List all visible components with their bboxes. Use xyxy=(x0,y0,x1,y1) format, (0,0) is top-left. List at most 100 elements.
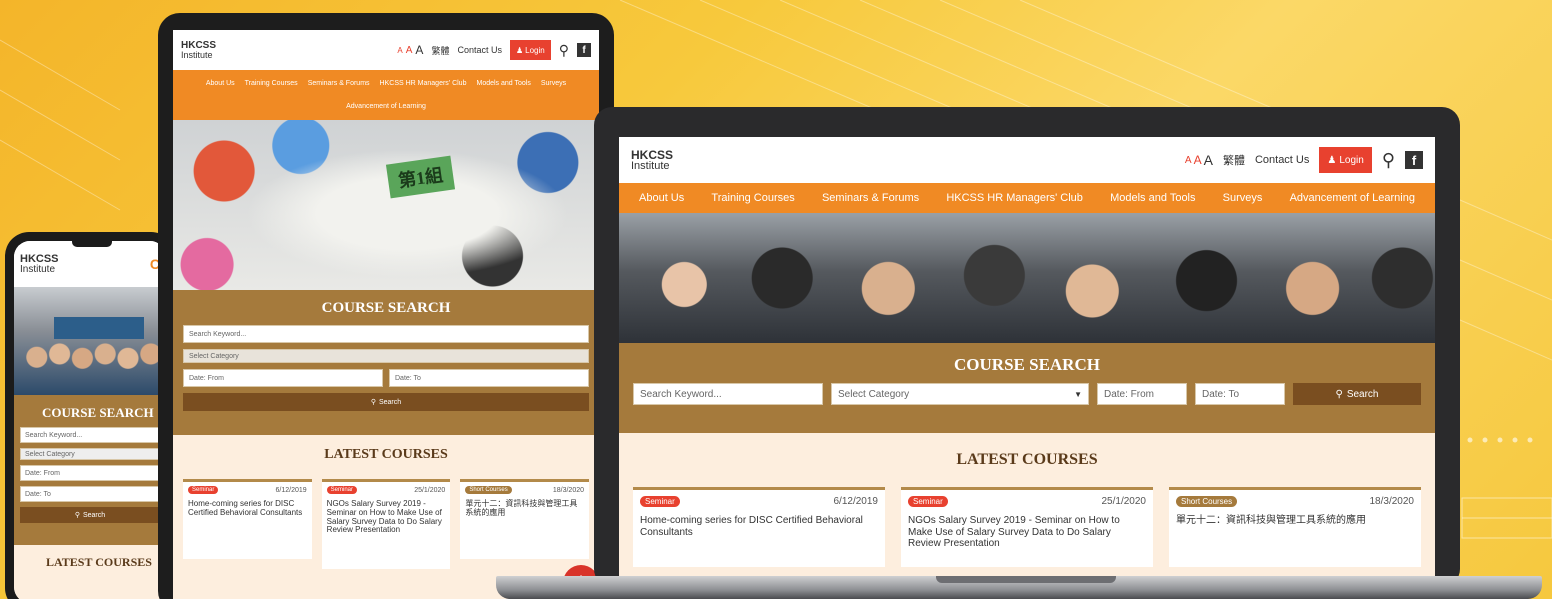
search-icon: ⚲ xyxy=(1335,388,1343,400)
tablet-latest-courses-title: LATEST COURSES xyxy=(324,447,448,462)
course-type-badge: Seminar xyxy=(640,496,680,507)
course-type-badge: Short Courses xyxy=(1176,496,1238,507)
course-type-badge: Seminar xyxy=(188,486,219,494)
phone-logo[interactable]: HKCSS Institute xyxy=(20,253,59,275)
course-date: 6/12/2019 xyxy=(275,486,307,494)
course-title: NGOs Salary Survey 2019 - Seminar on How… xyxy=(326,499,442,535)
tablet-header: HKCSS Institute A A A 繁體 Contact Us ♟ Lo… xyxy=(173,30,599,70)
font-size-small[interactable]: A xyxy=(397,46,402,55)
phone-banner-decoration xyxy=(54,317,144,339)
laptop-hinge xyxy=(936,576,1116,583)
font-size-small[interactable]: A xyxy=(1185,155,1192,166)
tablet-logo[interactable]: HKCSS Institute xyxy=(181,40,216,60)
user-icon: ♟ xyxy=(515,45,524,55)
phone-course-search: COURSE SEARCH Search Keyword... Select C… xyxy=(14,395,166,545)
phone-header: HKCSS Institute C xyxy=(14,241,166,287)
laptop-course-search: COURSE SEARCH Search Keyword... Select C… xyxy=(619,343,1435,433)
facebook-icon[interactable]: f xyxy=(577,43,591,57)
laptop-search-button[interactable]: ⚲ Search xyxy=(1293,383,1421,405)
language-toggle[interactable]: 繁體 xyxy=(431,44,449,57)
nav-advancement-learning[interactable]: Advancement of Learning xyxy=(346,103,426,110)
phone-hero-image xyxy=(14,287,166,395)
tablet-screen: HKCSS Institute A A A 繁體 Contact Us ♟ Lo… xyxy=(173,30,599,599)
font-size-large[interactable]: A xyxy=(1204,152,1213,168)
search-icon[interactable]: ⚲ xyxy=(1382,150,1395,171)
nav-about-us[interactable]: About Us xyxy=(206,80,235,87)
course-date: 18/3/2020 xyxy=(552,486,585,494)
phone-screen: HKCSS Institute C COURSE SEARCH Search K… xyxy=(14,241,166,599)
course-title: 單元十二：資訊科技與管理工具系統的應用 xyxy=(1176,515,1366,526)
course-card[interactable]: Seminar 6/12/2019 Home-coming series for… xyxy=(633,487,885,567)
tablet-category-select[interactable]: Select Category xyxy=(183,349,589,363)
font-size-large[interactable]: A xyxy=(415,43,423,57)
nav-surveys[interactable]: Surveys xyxy=(541,80,566,87)
course-date: 6/12/2019 xyxy=(833,496,879,507)
course-card[interactable]: Seminar 25/1/2020 NGOs Salary Survey 201… xyxy=(321,479,451,569)
laptop-category-select[interactable]: Select Category ▼ xyxy=(831,383,1089,405)
course-date: 25/1/2020 xyxy=(1101,496,1147,507)
nav-about-us[interactable]: About Us xyxy=(639,192,684,204)
nav-advancement-learning[interactable]: Advancement of Learning xyxy=(1290,192,1415,204)
phone-date-to-input[interactable]: Date: To xyxy=(20,486,160,502)
font-size-medium[interactable]: A xyxy=(1194,153,1202,167)
course-title: NGOs Salary Survey 2019 - Seminar on How… xyxy=(908,515,1120,549)
laptop-base xyxy=(496,576,1542,599)
nav-training-courses[interactable]: Training Courses xyxy=(711,192,794,204)
chevron-down-icon: ▼ xyxy=(1074,389,1082,399)
course-card[interactable]: Short Courses 18/3/2020 單元十二：資訊科技與管理工具系統… xyxy=(1169,487,1421,567)
course-type-badge: Short Courses xyxy=(465,486,512,494)
login-button[interactable]: ♟ Login xyxy=(509,40,551,60)
course-card[interactable]: Seminar 25/1/2020 NGOs Salary Survey 201… xyxy=(901,487,1153,567)
user-icon: ♟ xyxy=(1327,154,1337,166)
phone-notch xyxy=(72,241,112,247)
nav-seminars-forums[interactable]: Seminars & Forums xyxy=(822,192,919,204)
search-icon: ⚲ xyxy=(370,399,376,406)
phone-search-button[interactable]: ⚲ Search xyxy=(20,507,160,523)
phone-category-select[interactable]: Select Category xyxy=(20,448,160,460)
laptop-keyword-input[interactable]: Search Keyword... xyxy=(633,383,823,405)
laptop-header: HKCSS Institute A A A 繁體 Contact Us ♟ Lo… xyxy=(619,137,1435,183)
course-type-badge: Seminar xyxy=(326,486,358,494)
tablet-course-search-title: COURSE SEARCH xyxy=(321,300,451,316)
phone-date-from-input[interactable]: Date: From xyxy=(20,465,160,481)
laptop-screen: HKCSS Institute A A A 繁體 Contact Us ♟ Lo… xyxy=(619,137,1435,587)
nav-models-tools[interactable]: Models and Tools xyxy=(476,80,530,87)
tablet-hero-image: 第1組 xyxy=(173,120,599,290)
course-card[interactable]: Short Courses 18/3/2020 單元十二：資訊科技與管理工具系統… xyxy=(460,479,590,559)
group-sign: 第1組 xyxy=(385,155,456,199)
tablet-date-to-input[interactable]: Date: To xyxy=(389,369,589,387)
contact-us-link[interactable]: Contact Us xyxy=(1255,154,1309,166)
laptop-latest-courses: LATEST COURSES Seminar 6/12/2019 Home-co… xyxy=(619,433,1435,587)
phone-latest-courses: LATEST COURSES xyxy=(14,545,166,599)
contact-us-link[interactable]: Contact Us xyxy=(457,45,502,55)
language-toggle[interactable]: 繁體 xyxy=(1223,152,1245,168)
laptop-date-to-input[interactable]: Date: To xyxy=(1195,383,1285,405)
search-icon: ⚲ xyxy=(74,512,80,519)
course-card[interactable]: Seminar 6/12/2019 Home-coming series for… xyxy=(183,479,312,559)
tablet-main-nav: About Us Training Courses Seminars & For… xyxy=(173,70,599,120)
course-title: 單元十二：資訊科技與管理工具系統的應用 xyxy=(465,499,578,517)
tablet-mockup: HKCSS Institute A A A 繁體 Contact Us ♟ Lo… xyxy=(158,13,614,599)
laptop-mockup: HKCSS Institute A A A 繁體 Contact Us ♟ Lo… xyxy=(594,107,1460,587)
laptop-course-search-title: COURSE SEARCH xyxy=(954,355,1100,374)
tablet-date-from-input[interactable]: Date: From xyxy=(183,369,383,387)
nav-hr-managers-club[interactable]: HKCSS HR Managers' Club xyxy=(380,80,467,87)
laptop-date-from-input[interactable]: Date: From xyxy=(1097,383,1187,405)
search-icon[interactable]: ⚲ xyxy=(559,42,569,59)
nav-seminars-forums[interactable]: Seminars & Forums xyxy=(308,80,370,87)
phone-keyword-input[interactable]: Search Keyword... xyxy=(20,427,160,443)
tablet-keyword-input[interactable]: Search Keyword... xyxy=(183,325,589,343)
font-size-medium[interactable]: A xyxy=(406,45,413,56)
course-type-badge: Seminar xyxy=(908,496,948,507)
tablet-search-button[interactable]: ⚲ Search xyxy=(183,393,589,411)
nav-models-tools[interactable]: Models and Tools xyxy=(1110,192,1195,204)
nav-training-courses[interactable]: Training Courses xyxy=(245,80,298,87)
course-title: Home-coming series for DISC Certified Be… xyxy=(640,515,863,538)
course-date: 25/1/2020 xyxy=(414,486,446,494)
phone-mockup: HKCSS Institute C COURSE SEARCH Search K… xyxy=(5,232,175,599)
laptop-logo[interactable]: HKCSS Institute xyxy=(631,149,673,172)
login-button[interactable]: ♟ Login xyxy=(1319,147,1372,173)
nav-hr-managers-club[interactable]: HKCSS HR Managers' Club xyxy=(946,192,1083,204)
facebook-icon[interactable]: f xyxy=(1405,151,1423,169)
nav-surveys[interactable]: Surveys xyxy=(1223,192,1263,204)
